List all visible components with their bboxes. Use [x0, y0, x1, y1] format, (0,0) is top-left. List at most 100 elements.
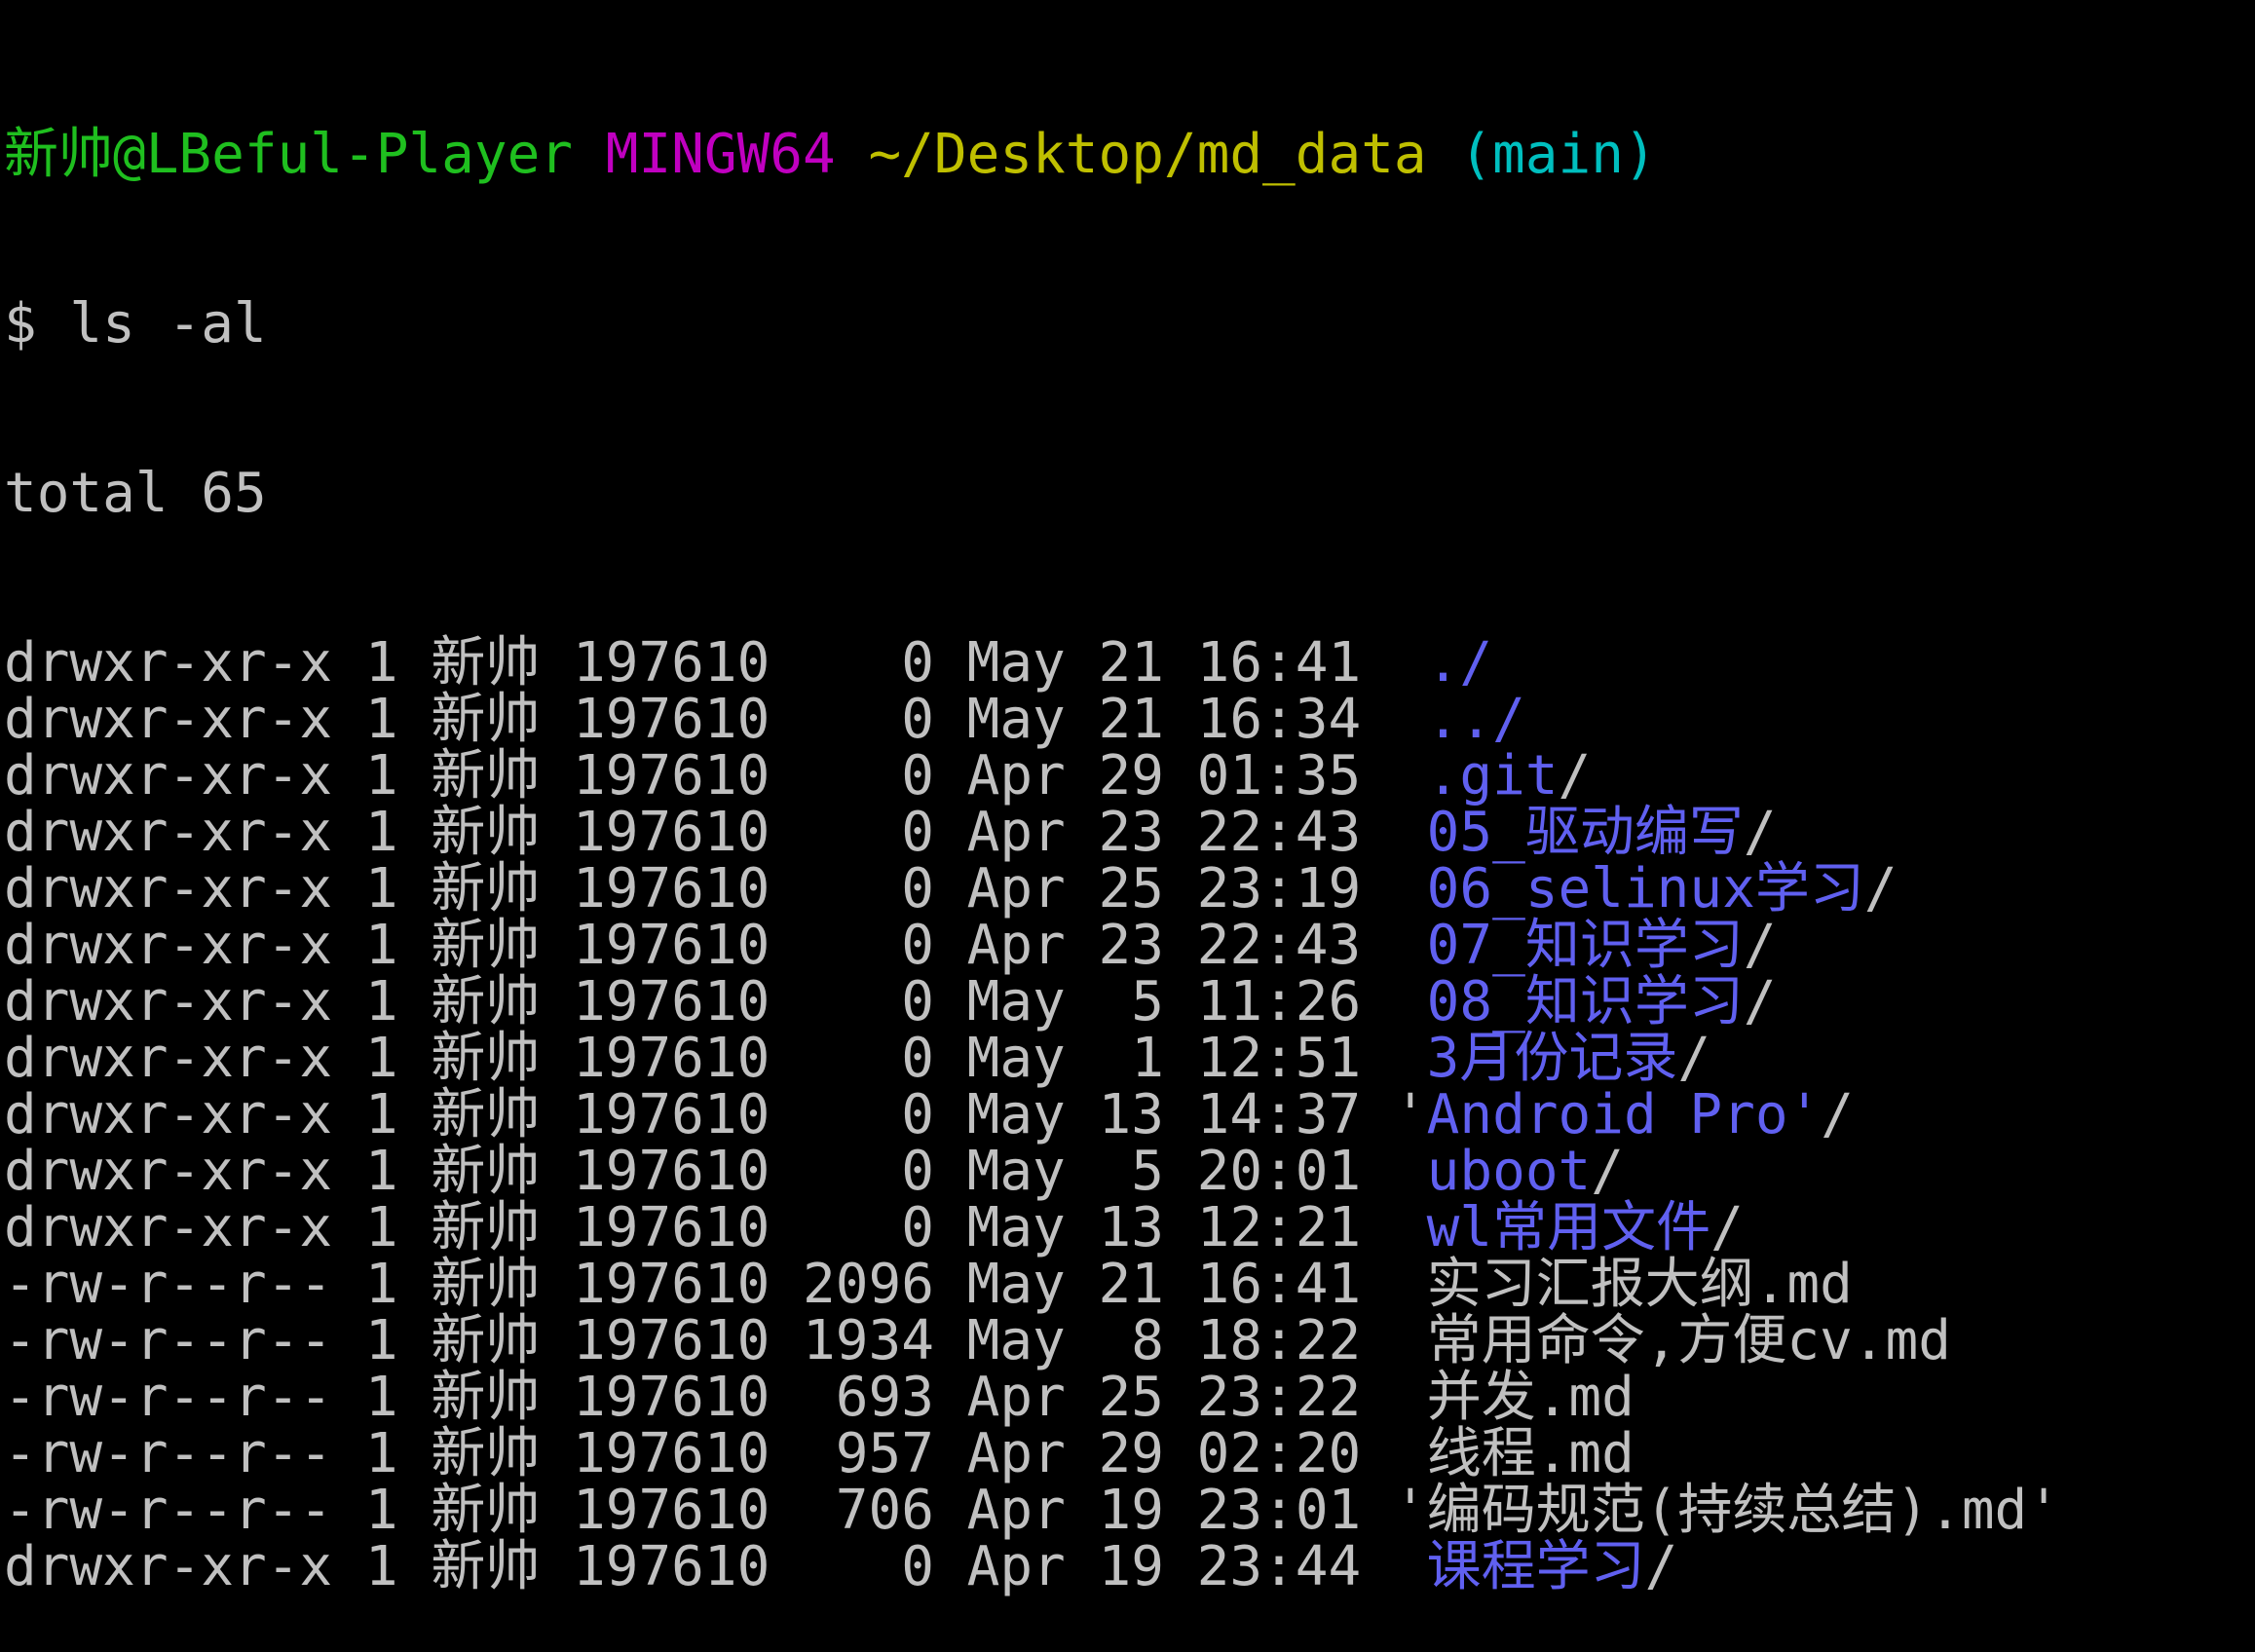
entry-group: 197610 [573, 914, 770, 977]
entry-month: May [966, 1309, 1066, 1372]
entry-month: Apr [966, 1422, 1066, 1485]
entry-size: 0 [901, 1140, 934, 1203]
entry-day: 29 [1098, 1422, 1164, 1485]
entry-group: 197610 [573, 1535, 770, 1598]
entry-group: 197610 [573, 1140, 770, 1203]
entry-file-name[interactable]: 编码规范(持续总结).md [1427, 1479, 2028, 1542]
entry-quote-open: ' [1393, 1083, 1427, 1146]
entry-links: 1 [364, 688, 398, 751]
entry-owner: 新帅 [431, 914, 541, 977]
entry-owner: 新帅 [431, 857, 541, 920]
listing-row: -rw-r--r-- 1 新帅 197610 2096 May 21 16:41… [4, 1257, 2255, 1313]
entry-owner: 新帅 [431, 1083, 541, 1146]
entry-day: 23 [1098, 801, 1164, 864]
entry-directory-name[interactable]: 3月份记录 [1427, 1027, 1678, 1090]
entry-dir-slash: / [1591, 1140, 1624, 1203]
entry-directory-name[interactable]: 课程学习 [1427, 1535, 1645, 1598]
entry-dir-slash: / [1743, 801, 1777, 864]
entry-file-name[interactable]: 常用命令,方便cv.md [1427, 1309, 1951, 1372]
entry-size: 0 [901, 801, 934, 864]
entry-dir-slash: / [1677, 1027, 1711, 1090]
entry-day: 23 [1098, 914, 1164, 977]
entry-dir-slash: / [1710, 1196, 1744, 1259]
entry-links: 1 [364, 1366, 398, 1429]
entry-group: 197610 [573, 1027, 770, 1090]
prompt-line: 新帅@LBeful-Player MINGW64 ~/Desktop/md_da… [4, 127, 2255, 183]
entry-size: 2096 [803, 1253, 934, 1316]
entry-permissions: drwxr-xr-x [4, 744, 333, 807]
listing-row: drwxr-xr-x 1 新帅 197610 0 May 5 11:26 08_… [4, 974, 2255, 1031]
entry-directory-name[interactable]: 08_知识学习 [1427, 970, 1744, 1033]
entry-quote-open: ' [1393, 1479, 1427, 1542]
entry-month: May [966, 1253, 1066, 1316]
entry-owner: 新帅 [431, 801, 541, 864]
listing-row: drwxr-xr-x 1 新帅 197610 0 Apr 29 01:35 .g… [4, 748, 2255, 805]
entry-links: 1 [364, 1027, 398, 1090]
entry-day: 19 [1098, 1535, 1164, 1598]
entry-quote-open [1394, 1253, 1427, 1316]
entry-directory-name[interactable]: 06_selinux学习 [1427, 857, 1864, 920]
prompt-user-host: 新帅@LBeful-Player [4, 123, 574, 186]
entry-month: May [966, 688, 1066, 751]
entry-size: 0 [901, 688, 934, 751]
entry-permissions: -rw-r--r-- [4, 1309, 333, 1372]
entry-time: 12:21 [1196, 1196, 1362, 1259]
entry-directory-name[interactable]: wl常用文件 [1427, 1196, 1710, 1259]
prompt-branch: (main) [1459, 123, 1657, 186]
entry-quote-open [1394, 1140, 1427, 1203]
entry-owner: 新帅 [431, 688, 541, 751]
entry-directory-name[interactable]: 07_知识学习 [1427, 914, 1744, 977]
entry-month: May [966, 1140, 1066, 1203]
listing-row: drwxr-xr-x 1 新帅 197610 0 May 5 20:01 ubo… [4, 1144, 2255, 1200]
entry-group: 197610 [573, 1196, 770, 1259]
entry-day: 29 [1098, 744, 1164, 807]
entry-permissions: drwxr-xr-x [4, 631, 333, 695]
entry-size: 0 [901, 970, 934, 1033]
entry-time: 01:35 [1196, 744, 1362, 807]
entry-links: 1 [364, 914, 398, 977]
entry-links: 1 [364, 1535, 398, 1598]
entry-day: 13 [1098, 1196, 1164, 1259]
entry-file-name[interactable]: 实习汇报大纲.md [1427, 1253, 1853, 1316]
entry-time: 22:43 [1196, 914, 1362, 977]
entry-directory-name[interactable]: Android Pro' [1427, 1083, 1822, 1146]
terminal-window[interactable]: 新帅@LBeful-Player MINGW64 ~/Desktop/md_da… [0, 0, 2255, 1596]
entry-links: 1 [364, 1140, 398, 1203]
entry-group: 197610 [573, 1083, 770, 1146]
entry-month: Apr [966, 1366, 1066, 1429]
entry-permissions: drwxr-xr-x [4, 857, 333, 920]
entry-size: 0 [901, 631, 934, 695]
entry-links: 1 [364, 631, 398, 695]
entry-day: 21 [1098, 631, 1164, 695]
entry-permissions: drwxr-xr-x [4, 1196, 333, 1259]
entry-owner: 新帅 [431, 1027, 541, 1090]
entry-links: 1 [364, 1309, 398, 1372]
entry-links: 1 [364, 1083, 398, 1146]
entry-file-name[interactable]: 并发.md [1427, 1366, 1635, 1429]
entry-file-name[interactable]: 线程.md [1427, 1422, 1635, 1485]
entry-group: 197610 [573, 970, 770, 1033]
entry-size: 0 [901, 744, 934, 807]
entry-dir-slash: / [1644, 1535, 1678, 1598]
entry-month: Apr [966, 744, 1066, 807]
entry-directory-name[interactable]: 05_驱动编写 [1427, 801, 1744, 864]
entry-size: 0 [901, 857, 934, 920]
entry-quote-open [1394, 1196, 1427, 1259]
entry-directory-name[interactable]: ./ [1427, 631, 1492, 695]
entry-quote-open [1394, 1535, 1427, 1598]
entry-links: 1 [364, 1422, 398, 1485]
entry-permissions: drwxr-xr-x [4, 1535, 333, 1598]
entry-month: May [966, 1196, 1066, 1259]
listing-row: drwxr-xr-x 1 新帅 197610 0 May 13 12:21 wl… [4, 1200, 2255, 1257]
entry-group: 197610 [573, 1479, 770, 1542]
entry-quote-open [1394, 914, 1427, 977]
entry-size: 0 [901, 1027, 934, 1090]
entry-directory-name[interactable]: .git [1427, 744, 1559, 807]
entry-directory-name[interactable]: ../ [1427, 688, 1525, 751]
entry-time: 23:44 [1196, 1535, 1362, 1598]
entry-permissions: -rw-r--r-- [4, 1479, 333, 1542]
entry-permissions: -rw-r--r-- [4, 1422, 333, 1485]
entry-dir-slash: / [1743, 914, 1777, 977]
entry-directory-name[interactable]: uboot [1427, 1140, 1592, 1203]
listing-row: drwxr-xr-x 1 新帅 197610 0 Apr 23 22:43 07… [4, 918, 2255, 974]
